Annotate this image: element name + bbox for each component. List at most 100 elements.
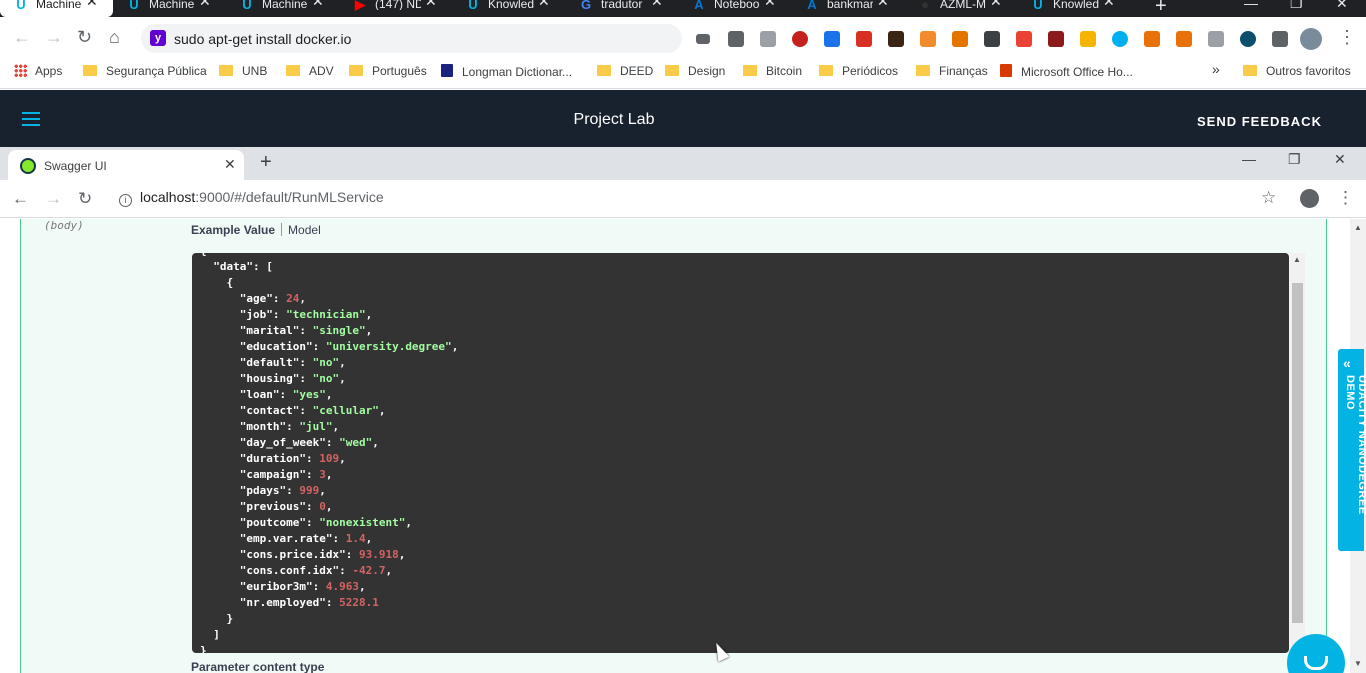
bookmark-item[interactable]: Português: [349, 64, 427, 78]
json-field: "duration": 109,: [200, 452, 346, 465]
bookmark-item[interactable]: Longman Dictionar...: [441, 64, 572, 79]
close-tab-icon[interactable]: ✕: [224, 156, 236, 173]
close-tab-icon[interactable]: ✕: [651, 0, 663, 8]
example-json-code: { "data": [ { "age": 24, "job": "technic…: [200, 253, 459, 653]
other-bookmarks[interactable]: Outros favoritos: [1243, 64, 1351, 78]
back-icon[interactable]: ←: [12, 189, 29, 209]
reload-icon[interactable]: ↻: [78, 189, 92, 209]
forward-icon[interactable]: →: [45, 189, 62, 209]
extension-film-icon[interactable]: [1048, 31, 1064, 47]
bookmark-item[interactable]: Periódicos: [819, 64, 898, 78]
bookmark-item[interactable]: ADV: [286, 64, 334, 78]
extension-pulse-icon[interactable]: [696, 34, 710, 44]
extension-download-icon[interactable]: [920, 31, 936, 47]
browser-tab[interactable]: ▶ (147) ND ✕: [339, 0, 452, 17]
udacity-icon: U: [242, 0, 252, 12]
extension-square-icon[interactable]: [728, 31, 744, 47]
browser-tab[interactable]: U Knowledg ✕: [1017, 0, 1130, 17]
info-icon[interactable]: i: [119, 194, 132, 207]
bookmark-label: Finanças: [939, 64, 988, 78]
udacity-demo-tab[interactable]: « UDACITY NANODEGREE DEMO: [1338, 349, 1366, 551]
bookmark-item[interactable]: DEED: [597, 64, 653, 78]
bookmark-item[interactable]: Segurança Pública: [83, 64, 207, 78]
other-bookmarks-label: Outros favoritos: [1266, 64, 1351, 78]
close-tab-icon[interactable]: ✕: [86, 0, 98, 8]
bookmark-star-icon[interactable]: ☆: [1261, 188, 1276, 208]
download-icon[interactable]: [952, 31, 968, 47]
browser-menu-icon[interactable]: ⋮: [1338, 27, 1356, 48]
browser-tab[interactable]: U Machine ✕: [113, 0, 226, 17]
new-tab-icon[interactable]: +: [260, 151, 272, 174]
json-field: "pdays": 999,: [200, 484, 326, 497]
bookmark-item[interactable]: Finanças: [916, 64, 988, 78]
double-chevron-left-icon: «: [1343, 355, 1351, 371]
restore-icon[interactable]: ❐: [1290, 0, 1303, 12]
extension-sc-icon[interactable]: [1176, 31, 1192, 47]
minimize-icon[interactable]: —: [1244, 0, 1258, 11]
extensions-puzzle-icon[interactable]: [1272, 31, 1288, 47]
close-window-icon[interactable]: ✕: [1336, 0, 1348, 12]
browser-tab[interactable]: Gtradutor ✕: [565, 0, 678, 17]
close-tab-icon[interactable]: ✕: [1103, 0, 1115, 8]
extension-chart-icon[interactable]: [984, 31, 1000, 47]
send-feedback-button[interactable]: SEND FEEDBACK: [1197, 114, 1322, 129]
swagger-icon: [20, 158, 36, 174]
minimize-icon[interactable]: —: [1242, 151, 1256, 167]
close-tab-icon[interactable]: ✕: [312, 0, 324, 8]
bookmark-item[interactable]: UNB: [219, 64, 267, 78]
close-tab-icon[interactable]: ✕: [425, 0, 437, 8]
extension-grid-icon[interactable]: [856, 31, 872, 47]
tab-example-value[interactable]: Example Value: [191, 223, 275, 237]
close-tab-icon[interactable]: ✕: [764, 0, 776, 8]
example-json-block[interactable]: { "data": [ { "age": 24, "job": "technic…: [192, 253, 1289, 653]
inner-tab-swagger[interactable]: Swagger UI ✕: [8, 150, 244, 180]
udacity-icon: U: [16, 0, 26, 12]
bookmark-item[interactable]: Design: [665, 64, 725, 78]
azure-ml-icon: A: [807, 0, 817, 12]
extension-cap-icon[interactable]: [824, 31, 840, 47]
browser-tab[interactable]: U Machine ✕: [226, 0, 339, 17]
extension-k-icon[interactable]: [888, 31, 904, 47]
browser-tab[interactable]: U Knowledg ✕: [452, 0, 565, 17]
close-window-icon[interactable]: ✕: [1334, 151, 1346, 168]
back-icon[interactable]: ←: [13, 27, 31, 47]
close-tab-icon[interactable]: ✕: [199, 0, 211, 8]
bookmark-item[interactable]: Microsoft Office Ho...: [1000, 64, 1133, 79]
extension-pen-icon[interactable]: [1144, 31, 1160, 47]
bookmarks-overflow-icon[interactable]: »: [1212, 62, 1220, 76]
example-model-tabs: Example Value Model: [191, 223, 321, 237]
address-bar[interactable]: y sudo apt-get install docker.io: [141, 24, 682, 53]
account-icon[interactable]: [1300, 189, 1319, 208]
skype-icon[interactable]: [1112, 31, 1128, 47]
bookmark-item[interactable]: Bitcoin: [743, 64, 802, 78]
browser-tab[interactable]: U Machine ✕: [0, 0, 113, 17]
browser-tab[interactable]: ● AZML-M ✕: [904, 0, 1017, 17]
udacity-demo-label: UDACITY NANODEGREE DEMO: [1344, 375, 1366, 515]
inner-address-bar[interactable]: i localhost:9000/#/default/RunMLService: [119, 189, 384, 207]
extension-pin-icon[interactable]: [1208, 31, 1224, 47]
tab-model[interactable]: Model: [288, 223, 321, 237]
code-scrollbar[interactable]: ▲: [1290, 253, 1305, 653]
new-tab-icon[interactable]: +: [1155, 0, 1167, 17]
extension-key-icon[interactable]: [1080, 31, 1096, 47]
close-tab-icon[interactable]: ✕: [990, 0, 1002, 8]
close-tab-icon[interactable]: ✕: [877, 0, 889, 8]
reload-icon[interactable]: ↻: [77, 27, 92, 47]
browser-tab[interactable]: A Notebook ✕: [678, 0, 791, 17]
address-text[interactable]: sudo apt-get install docker.io: [174, 31, 351, 47]
inner-menu-icon[interactable]: ⋮: [1337, 188, 1354, 208]
bookmark-item[interactable]: Apps: [14, 64, 62, 78]
extension-youtube-icon[interactable]: [1016, 31, 1032, 47]
bookmark-label: Bitcoin: [766, 64, 803, 78]
extension-office-icon[interactable]: [760, 31, 776, 47]
bookmark-label: Apps: [35, 64, 63, 78]
close-tab-icon[interactable]: ✕: [538, 0, 550, 8]
browser-tab[interactable]: Abankmar ✕: [791, 0, 904, 17]
restore-icon[interactable]: ❐: [1288, 151, 1301, 168]
forward-icon[interactable]: →: [45, 27, 63, 47]
home-icon[interactable]: ⌂: [109, 27, 120, 47]
extension-globe-icon[interactable]: [1240, 31, 1256, 47]
profile-avatar[interactable]: [1300, 28, 1322, 50]
browser-tab-title: tradutor: [601, 0, 643, 10]
extension-red-icon[interactable]: [792, 31, 808, 47]
